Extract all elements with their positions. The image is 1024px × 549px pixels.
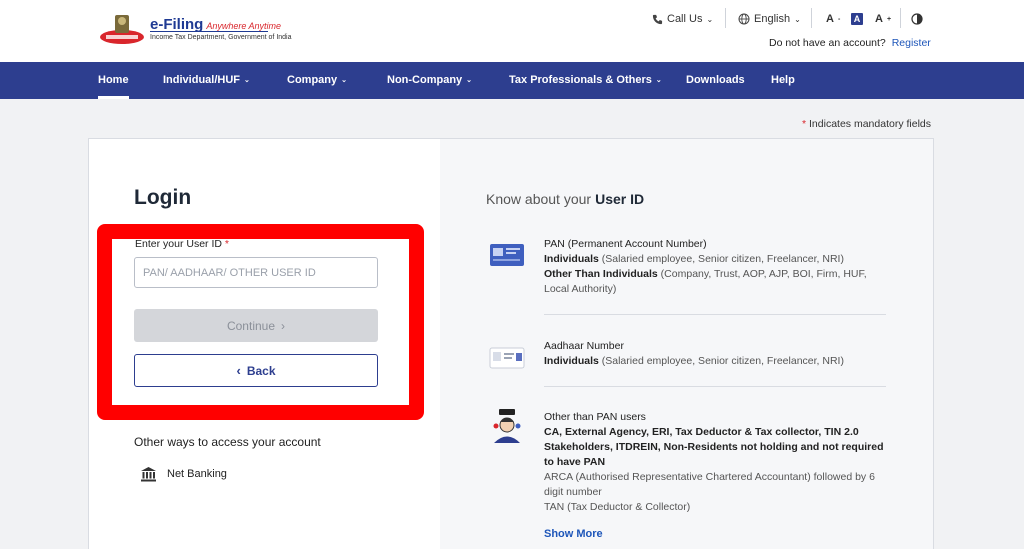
chevron-down-icon: ⌄ <box>706 14 714 24</box>
call-us-label: Call Us <box>667 13 703 25</box>
pan-individuals: Individuals (Salaried employee, Senior c… <box>544 252 884 267</box>
mandatory-note-text: Indicates mandatory fields <box>809 118 931 130</box>
nav-item-label: Home <box>98 74 129 86</box>
chevron-down-icon: ⌄ <box>794 14 801 24</box>
pan-individuals-detail: (Salaried employee, Senior citizen, Free… <box>598 253 844 265</box>
register-link[interactable]: Register <box>892 37 931 49</box>
know-title-bold: User ID <box>595 191 645 207</box>
font-normal-icon: A <box>851 13 863 25</box>
header-divider <box>811 8 812 28</box>
required-asterisk: * <box>802 118 807 130</box>
other-users-info: Other than PAN users CA, External Agency… <box>544 410 884 515</box>
tan-detail: TAN (Tax Deductor & Collector) <box>544 501 691 513</box>
increase-font-button[interactable]: A + <box>875 10 891 28</box>
header-divider <box>725 8 726 28</box>
language-selector[interactable]: English ⌄ <box>738 10 801 28</box>
pan-heading: PAN (Permanent Account Number) <box>544 238 707 250</box>
top-header: e-Filing Anywhere Anytime Income Tax Depa… <box>0 0 1024 62</box>
register-prompt: Do not have an account? Register <box>769 37 931 49</box>
aadhaar-card-icon <box>489 347 525 369</box>
header-divider <box>900 8 901 28</box>
net-banking-option[interactable]: Net Banking <box>140 465 227 483</box>
no-account-text: Do not have an account? <box>769 37 886 49</box>
nav-item-label: Individual/HUF <box>163 74 240 86</box>
page-title: Login <box>134 186 192 209</box>
nav-item-label: Company <box>287 74 338 86</box>
aadhaar-individuals-detail: (Salaried employee, Senior citizen, Free… <box>598 355 844 367</box>
show-more-link[interactable]: Show More <box>544 528 603 540</box>
section-divider <box>544 386 886 387</box>
language-label: English <box>754 13 791 25</box>
net-banking-label: Net Banking <box>167 468 227 480</box>
nav-item-individual-huf[interactable]: Individual/HUF ⌄ <box>163 62 250 99</box>
brand-tagline: Anywhere Anytime <box>206 21 282 31</box>
nav-item-label: Non-Company <box>387 74 463 86</box>
pan-others: Other Than Individuals (Company, Trust, … <box>544 267 884 297</box>
aadhaar-individuals-bold: Individuals <box>544 355 599 367</box>
nav-item-label: Downloads <box>686 74 745 86</box>
normal-font-button[interactable]: A <box>851 10 863 28</box>
section-divider <box>544 314 886 315</box>
pan-card-icon <box>490 244 524 266</box>
user-avatar-icon <box>493 409 521 443</box>
aadhaar-individuals: Individuals (Salaried employee, Senior c… <box>544 354 884 369</box>
decrease-font-button[interactable]: A- <box>826 10 840 28</box>
contrast-icon <box>911 13 923 25</box>
contrast-toggle[interactable] <box>911 10 923 28</box>
nav-item-non-company[interactable]: Non-Company ⌄ <box>387 62 472 99</box>
know-title-prefix: Know about your <box>486 191 592 207</box>
brand-divider <box>150 31 268 32</box>
chevron-down-icon: ⌄ <box>655 77 662 84</box>
phone-icon <box>652 14 663 24</box>
pan-individuals-bold: Individuals <box>544 253 599 265</box>
efiling-logo[interactable]: e-Filing Anywhere Anytime Income Tax Depa… <box>98 11 292 49</box>
know-user-id-heading: Know about your User ID <box>486 191 644 207</box>
other-users-categories: CA, External Agency, ERI, Tax Deductor &… <box>544 426 884 468</box>
nav-item-company[interactable]: Company ⌄ <box>287 62 347 99</box>
pan-info: PAN (Permanent Account Number) Individua… <box>544 237 884 297</box>
nav-item-label: Tax Professionals & Others <box>509 74 652 86</box>
aadhaar-info: Aadhaar Number Individuals (Salaried emp… <box>544 339 884 369</box>
pan-others-bold: Other Than Individuals <box>544 268 658 280</box>
highlight-annotation <box>97 224 424 420</box>
arca-detail: ARCA (Authorised Representative Chartere… <box>544 471 875 498</box>
nav-item-tax-professionals[interactable]: Tax Professionals & Others ⌄ <box>509 62 662 99</box>
nav-item-home[interactable]: Home <box>98 62 129 99</box>
emblem-icon <box>100 15 144 44</box>
nav-item-help[interactable]: Help <box>771 62 795 99</box>
globe-icon <box>738 13 750 25</box>
bank-icon <box>141 467 156 482</box>
other-ways-heading: Other ways to access your account <box>134 435 321 449</box>
mandatory-note: * Indicates mandatory fields <box>802 118 931 130</box>
nav-item-label: Help <box>771 74 795 86</box>
chevron-down-icon: ⌄ <box>341 77 347 84</box>
chevron-down-icon: ⌄ <box>244 77 250 84</box>
call-us-button[interactable]: Call Us ⌄ <box>652 10 713 28</box>
other-users-heading: Other than PAN users <box>544 411 646 423</box>
department-name: Income Tax Department, Government of Ind… <box>150 34 292 41</box>
nav-item-downloads[interactable]: Downloads <box>686 62 745 99</box>
aadhaar-heading: Aadhaar Number <box>544 340 624 352</box>
main-nav: Home Individual/HUF ⌄ Company ⌄ Non-Compan… <box>0 62 1024 99</box>
chevron-down-icon: ⌄ <box>466 77 473 84</box>
